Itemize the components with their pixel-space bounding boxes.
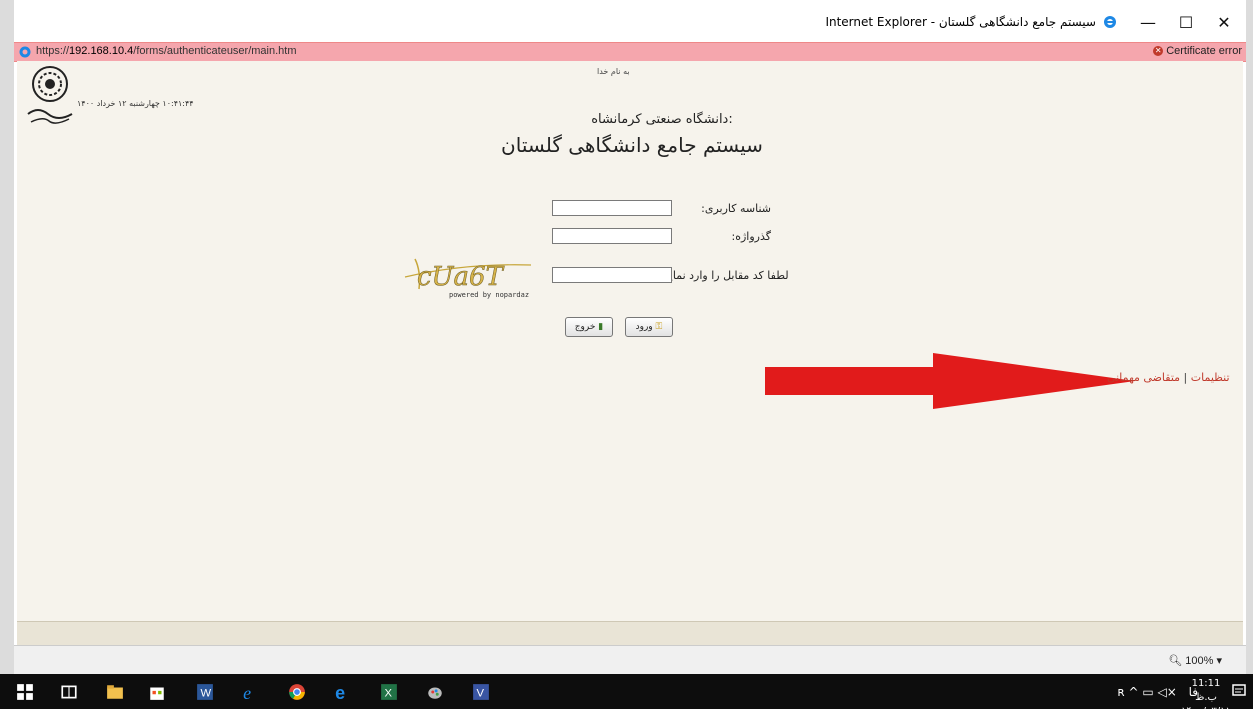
top-links: تنظیمات | متقاضی مهمانی (1107, 371, 1230, 384)
basmala: به نام خدا (597, 67, 630, 76)
exit-button-label: خروج (574, 322, 596, 332)
university-name: :دانشگاه صنعتی کرمانشاه (591, 112, 733, 127)
link-separator: | (1183, 371, 1188, 384)
window-title: سیستم جامع دانشگاهی گلستان - Internet Ex… (825, 15, 1096, 29)
store-icon[interactable] (148, 683, 166, 701)
page-footer-bar (17, 621, 1243, 646)
username-label: شناسه کاربری: (701, 202, 771, 215)
guest-request-link[interactable]: متقاضی مهمانی (1107, 371, 1180, 384)
certificate-error[interactable]: ✕ Certificate error (1153, 45, 1242, 57)
address-bar[interactable]: https://192.168.10.4/forms/authenticateu… (14, 42, 1246, 62)
system-name: سیستم جامع دانشگاهی گلستان (501, 133, 763, 157)
chevron-down-icon: ▾ (1216, 655, 1222, 667)
username-input[interactable] (552, 200, 672, 216)
key-icon: ⚿ (655, 322, 663, 332)
page-content: ۱۰:۴۱:۴۴ چهارشنبه ۱۲ خرداد ۱۴۰۰ به نام خ… (17, 61, 1243, 621)
error-icon: ✕ (1153, 46, 1164, 57)
url-path: /forms/authenticateuser/main.htm (133, 45, 297, 57)
login-button[interactable]: ⚿ ورود (625, 317, 673, 337)
background-right-strip (1246, 0, 1253, 674)
tray-icons[interactable]: ʀ ^ ▭ ◁× (1117, 685, 1176, 699)
window-titlebar: سیستم جامع دانشگاهی گلستان - Internet Ex… (14, 8, 1246, 38)
excel-icon[interactable]: X (380, 683, 398, 701)
minimize-button[interactable]: — (1129, 8, 1167, 38)
captcha-label: لطفا کد مقابل را وارد نمایید: (657, 269, 789, 282)
captcha-input[interactable] (552, 267, 672, 283)
visio-icon[interactable]: V (472, 683, 490, 701)
zoom-level: 100% (1185, 655, 1214, 667)
url-scheme: https:// (36, 45, 70, 57)
login-button-label: ورود (635, 322, 653, 332)
page-ie-icon (19, 46, 31, 58)
clock-time: 11:11 ب.ظ (1191, 678, 1221, 703)
windows-taskbar: W e e X V ʀ ^ ▭ ◁× فا 11:11 ب.ظ ۱۴۰۰/۰۳/… (0, 674, 1253, 717)
university-logo (27, 66, 73, 124)
zoom-control[interactable]: 🔍︎ 100% ▾ (1168, 654, 1222, 667)
word-icon[interactable]: W (196, 683, 214, 701)
maximize-button[interactable]: ☐ (1167, 8, 1205, 38)
captcha-text: cUa6T (417, 262, 505, 292)
captcha-credit: powered by nopardaz (449, 291, 529, 299)
captcha-image[interactable]: cUa6T powered by nopardaz (397, 247, 547, 299)
paint-icon[interactable] (426, 683, 444, 701)
chrome-icon[interactable] (288, 683, 306, 701)
internet-explorer-taskbar-icon[interactable]: e (242, 683, 260, 701)
svg-text:V: V (477, 688, 485, 700)
zoom-icon: 🔍︎ (1168, 655, 1183, 667)
file-explorer-icon[interactable] (106, 683, 124, 701)
certificate-error-label: Certificate error (1166, 45, 1242, 57)
task-view-icon[interactable] (60, 683, 78, 701)
svg-text:e: e (243, 683, 251, 701)
password-input[interactable] (552, 228, 672, 244)
password-label: گذرواژه: (731, 230, 771, 243)
url-host: 192.168.10.4 (69, 45, 134, 57)
date-time: ۱۰:۴۱:۴۴ چهارشنبه ۱۲ خرداد ۱۴۰۰ (77, 99, 194, 108)
svg-text:W: W (201, 688, 212, 700)
exit-door-icon: ▮ (598, 322, 604, 332)
address-url[interactable]: https://192.168.10.4/forms/authenticateu… (36, 45, 297, 57)
settings-link[interactable]: تنظیمات (1191, 371, 1230, 384)
clock-date: ۱۴۰۰/۰۳/۱۱ (1181, 706, 1231, 717)
notification-icon[interactable] (1231, 683, 1247, 699)
internet-explorer-icon (1104, 16, 1116, 28)
svg-text:X: X (385, 688, 393, 700)
background-left-strip (0, 0, 14, 674)
red-arrow-annotation (765, 353, 1135, 409)
svg-text:e: e (335, 683, 345, 701)
clock[interactable]: 11:11 ب.ظ ۱۴۰۰/۰۳/۱۱ (1181, 677, 1231, 719)
windows-start-icon[interactable] (16, 683, 34, 701)
status-bar: 🔍︎ 100% ▾ (14, 645, 1246, 675)
close-button[interactable]: ✕ (1205, 8, 1243, 38)
edge-icon[interactable]: e (334, 683, 352, 701)
exit-button[interactable]: ▮ خروج (565, 317, 613, 337)
